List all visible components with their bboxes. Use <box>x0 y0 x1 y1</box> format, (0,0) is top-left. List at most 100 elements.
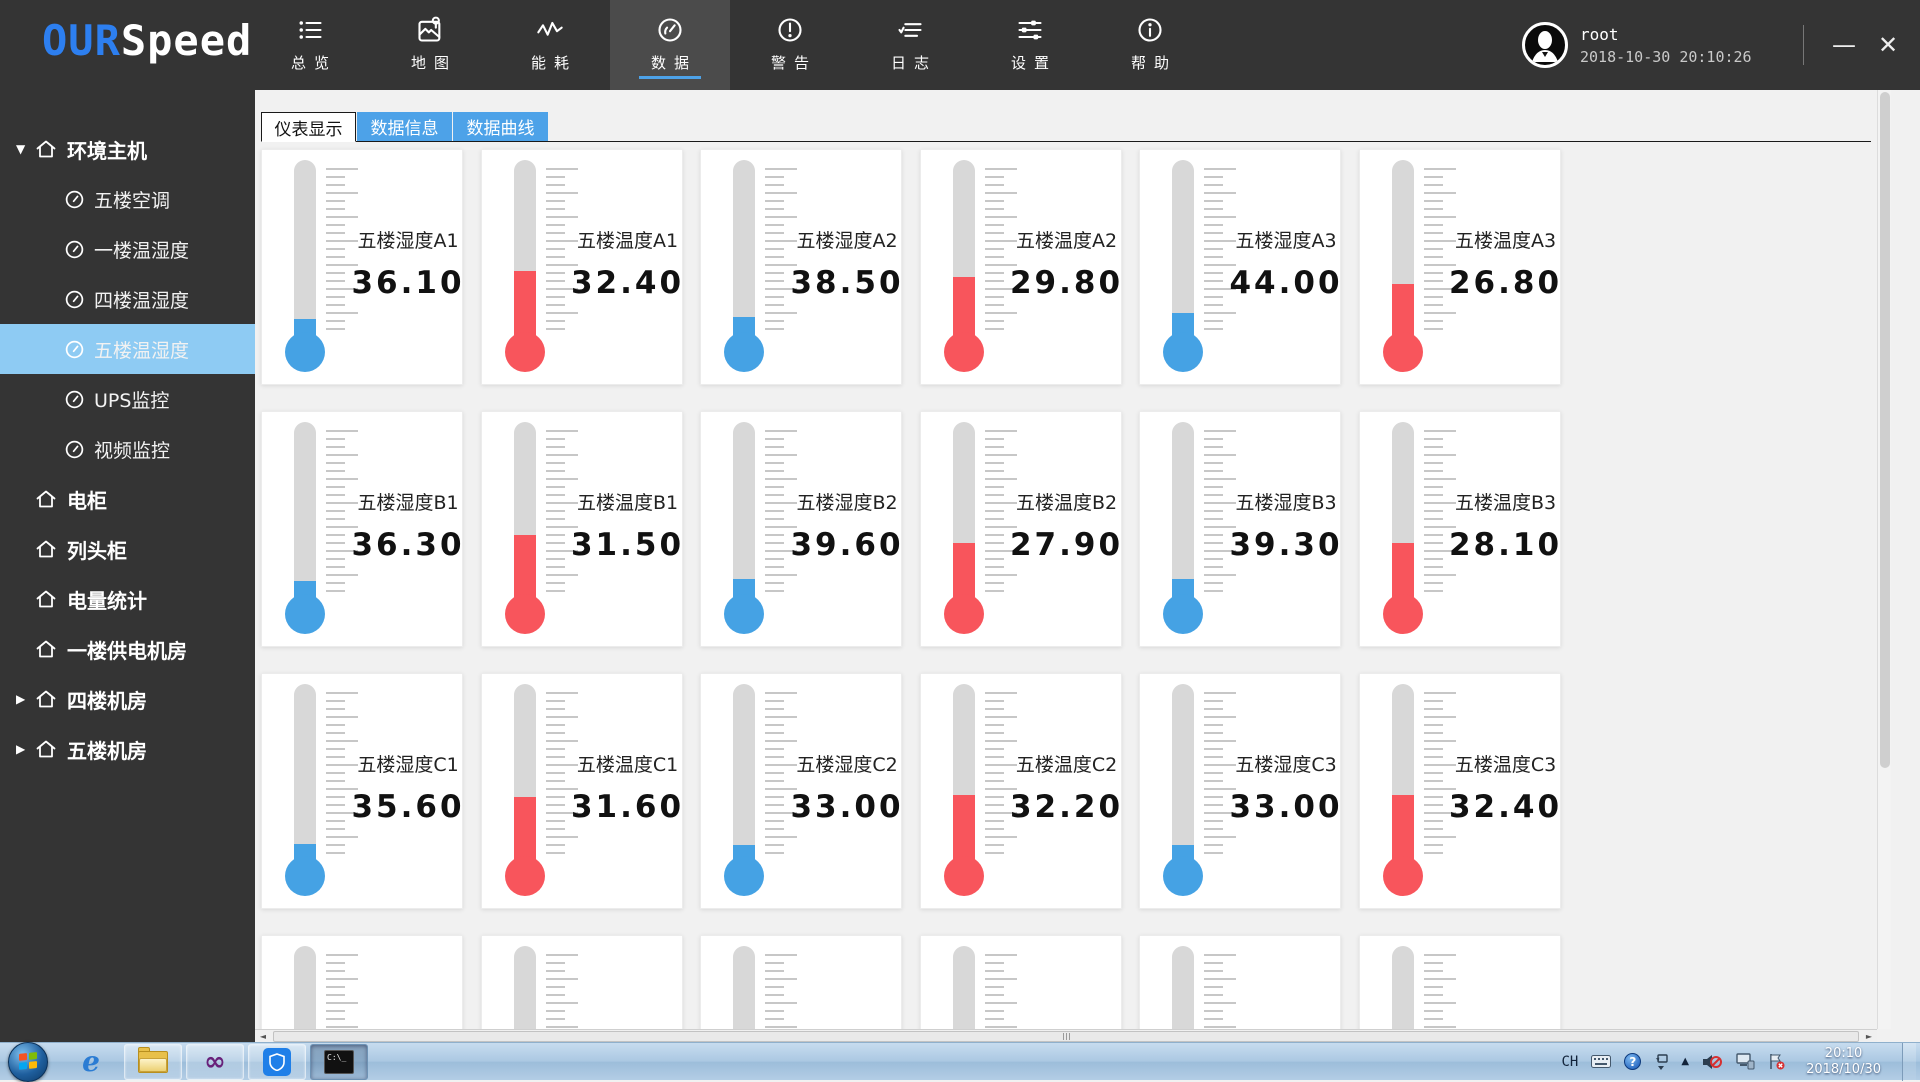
scale-tick <box>546 844 565 846</box>
scale-tick <box>765 820 784 822</box>
nav-item-overview[interactable]: 总览 <box>250 0 370 90</box>
scale-tick <box>1424 820 1443 822</box>
nav-item-settings[interactable]: 设置 <box>970 0 1090 90</box>
thermo-card: 五楼湿度A3 44.00 <box>1139 149 1341 385</box>
start-button[interactable] <box>8 1042 48 1082</box>
sidebar-item-power-cabinet[interactable]: 电柜 <box>0 474 255 524</box>
scale-tick <box>985 248 1004 250</box>
scale-tick <box>985 1018 1004 1020</box>
scale-tick <box>985 232 1004 234</box>
scale-tick <box>326 502 358 504</box>
scale-tick <box>985 534 1004 536</box>
scroll-left-arrow-icon[interactable]: ◄ <box>255 1030 271 1043</box>
language-indicator[interactable]: CH <box>1562 1054 1579 1070</box>
nav-item-data[interactable]: 数据 <box>610 0 730 90</box>
keyboard-icon[interactable] <box>1591 1055 1611 1068</box>
thermometer <box>719 422 797 638</box>
scale-tick <box>985 748 1004 750</box>
action-center-flag-icon[interactable] <box>1768 1053 1785 1070</box>
nav-item-energy[interactable]: 能耗 <box>490 0 610 90</box>
nav-label: 数据 <box>643 52 697 73</box>
scale-tick <box>546 176 565 178</box>
thermometer <box>280 684 358 900</box>
sidebar-item-video-monitor[interactable]: 视频监控 <box>0 424 255 474</box>
monitoring-app-taskbar-button[interactable] <box>248 1044 306 1080</box>
sidebar-item-floor5-ac[interactable]: 五楼空调 <box>0 174 255 224</box>
user-avatar[interactable] <box>1522 22 1568 68</box>
sidebar-item-floor1-power-room[interactable]: 一楼供电机房 <box>0 624 255 674</box>
vertical-scrollbar-thumb[interactable] <box>1880 92 1890 768</box>
sidebar-item-floor4-temp-hum[interactable]: 四楼温湿度 <box>0 274 255 324</box>
scale-tick <box>1204 494 1223 496</box>
scale-tick <box>326 232 345 234</box>
sidebar-item-floor4-room[interactable]: ▶ 四楼机房 <box>0 674 255 724</box>
scroll-right-arrow-icon[interactable]: ► <box>1861 1030 1877 1043</box>
taskbar-clock[interactable]: 20:10 2018/10/30 <box>1798 1046 1889 1078</box>
scale-tick <box>765 582 784 584</box>
sidebar-item-env-host[interactable]: ▼ 环境主机 <box>0 124 255 174</box>
scale-tick <box>1204 272 1223 274</box>
close-button[interactable]: ✕ <box>1866 23 1910 67</box>
scale-tick <box>1424 994 1443 996</box>
thermo-card: 五楼温度C1 31.60 <box>481 673 683 909</box>
scale-tick <box>326 208 345 210</box>
minimize-button[interactable]: — <box>1822 23 1866 67</box>
ie-taskbar-button[interactable]: e <box>62 1044 120 1080</box>
cmd-taskbar-button[interactable]: C:\_ <box>310 1044 368 1080</box>
scale-tick <box>326 510 345 512</box>
scale-tick <box>985 312 1017 314</box>
main-content: 仪表显示数据信息数据曲线 五楼湿度A1 36.10 五楼温度A1 32.40 <box>255 90 1877 1029</box>
scale-tick <box>546 716 578 718</box>
sidebar-item-floor5-room[interactable]: ▶ 五楼机房 <box>0 724 255 774</box>
nav-item-alert[interactable]: 警告 <box>730 0 850 90</box>
sidebar-item-floor5-temp-hum[interactable]: 五楼温湿度 <box>0 324 255 374</box>
visual-studio-taskbar-button[interactable]: ∞ <box>186 1044 244 1080</box>
sidebar-item-power-stats[interactable]: 电量统计 <box>0 574 255 624</box>
scale-tick <box>1204 1018 1223 1020</box>
scale-tick <box>985 478 1017 480</box>
thermometer-bulb <box>1163 332 1203 372</box>
scale-tick <box>326 462 345 464</box>
thermometer-bulb <box>1383 594 1423 634</box>
vertical-scrollbar[interactable] <box>1877 90 1891 1029</box>
nav-item-help[interactable]: 帮助 <box>1090 0 1210 90</box>
scale-tick <box>1204 852 1223 854</box>
scale-tick <box>1204 566 1223 568</box>
touch-keyboard-icon[interactable] <box>1654 1054 1668 1070</box>
sidebar-item-ups-monitor[interactable]: UPS监控 <box>0 374 255 424</box>
scale-tick <box>1424 462 1443 464</box>
scale-tick <box>326 438 345 440</box>
horizontal-scrollbar[interactable]: ◄ ► <box>255 1029 1877 1042</box>
scale-tick <box>765 312 797 314</box>
scale-tick <box>1424 438 1443 440</box>
show-hidden-icons-button[interactable]: ▲ <box>1681 1056 1689 1067</box>
network-status-icon[interactable] <box>1735 1053 1755 1070</box>
volume-muted-icon[interactable] <box>1702 1053 1722 1071</box>
scale-tick <box>1204 962 1223 964</box>
scale-tick <box>1424 764 1456 766</box>
sidebar-item-row-head-cabinet[interactable]: 列头柜 <box>0 524 255 574</box>
scale-tick <box>985 454 1017 456</box>
nav-item-log[interactable]: 日志 <box>850 0 970 90</box>
scale-tick <box>765 828 784 830</box>
scale-tick <box>1424 240 1456 242</box>
explorer-taskbar-button[interactable] <box>124 1044 182 1080</box>
scale-tick <box>985 192 1017 194</box>
scale-tick <box>765 510 784 512</box>
scale-tick <box>546 852 565 854</box>
thermometer-tube <box>514 160 536 346</box>
sensor-value: 32.40 <box>1449 789 1562 825</box>
horizontal-scrollbar-thumb[interactable] <box>273 1031 1859 1042</box>
nav-item-map[interactable]: 地图 <box>370 0 490 90</box>
thermo-card: 五楼湿度D3 <box>1139 935 1341 1029</box>
scale-tick <box>1424 248 1443 250</box>
sidebar-item-floor1-temp-hum[interactable]: 一楼温湿度 <box>0 224 255 274</box>
scale-tick <box>985 780 1004 782</box>
scale-tick <box>1204 478 1236 480</box>
scale-tick <box>1424 296 1443 298</box>
help-tray-icon[interactable]: ? <box>1624 1053 1641 1070</box>
sensor-label: 五楼湿度B1 <box>357 488 458 515</box>
scale-tick <box>326 328 345 330</box>
scale-tick <box>985 446 1004 448</box>
show-desktop-button[interactable] <box>1902 1043 1916 1081</box>
